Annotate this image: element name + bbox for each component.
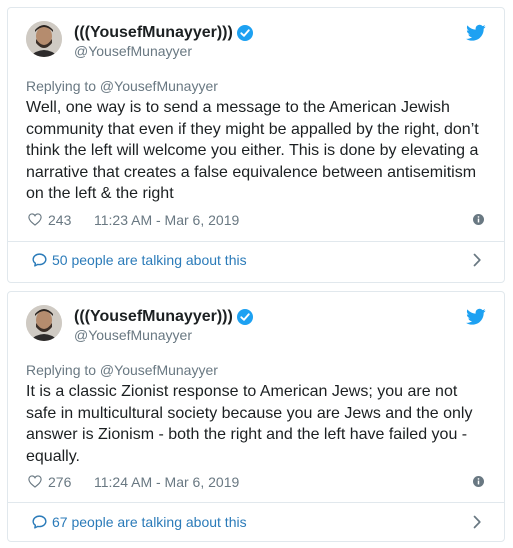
tweet-meta: 243 11:23 AM - Mar 6, 2019 xyxy=(26,210,486,230)
avatar[interactable] xyxy=(26,305,62,341)
info-icon[interactable] xyxy=(473,214,484,225)
tweet-text: It is a classic Zionist response to Amer… xyxy=(26,383,473,465)
tweet-header: (((YousefMunayyer))) @YousefMunayyer xyxy=(26,21,490,61)
heart-icon[interactable] xyxy=(28,213,42,226)
author-display-name[interactable]: (((YousefMunayyer))) xyxy=(74,308,233,326)
talking-about-link[interactable]: 50 people are talking about this xyxy=(32,250,486,270)
like-count[interactable]: 243 xyxy=(48,212,71,228)
tweet-timestamp[interactable]: 11:24 AM - Mar 6, 2019 xyxy=(94,474,239,490)
verified-badge-icon xyxy=(236,25,253,41)
author-display-name[interactable]: (((YousefMunayyer))) xyxy=(74,24,233,42)
tweet-header: (((YousefMunayyer))) @YousefMunayyer xyxy=(26,305,490,345)
info-icon[interactable] xyxy=(473,476,484,487)
tweet-card[interactable]: (((YousefMunayyer))) @YousefMunayyer Rep… xyxy=(7,291,505,542)
chevron-right-icon[interactable] xyxy=(472,515,482,529)
talking-about-text[interactable]: 67 people are talking about this xyxy=(52,514,247,530)
tweet-meta: 276 11:24 AM - Mar 6, 2019 xyxy=(26,472,486,492)
avatar[interactable] xyxy=(26,21,62,57)
twitter-bird-icon[interactable] xyxy=(466,24,486,42)
chevron-right-icon[interactable] xyxy=(472,253,482,267)
replying-to[interactable]: Replying to @YousefMunayyer xyxy=(26,362,218,378)
tweet-timestamp[interactable]: 11:23 AM - Mar 6, 2019 xyxy=(94,212,239,228)
speech-bubble-icon xyxy=(32,253,47,267)
author-name-line: (((YousefMunayyer))) xyxy=(74,24,253,42)
twitter-bird-icon[interactable] xyxy=(466,308,486,326)
replying-to[interactable]: Replying to @YousefMunayyer xyxy=(26,78,218,94)
talking-about-link[interactable]: 67 people are talking about this xyxy=(32,512,486,532)
speech-bubble-icon xyxy=(32,515,47,529)
talking-about-text[interactable]: 50 people are talking about this xyxy=(52,252,247,268)
author-handle[interactable]: @YousefMunayyer xyxy=(74,43,192,59)
card-divider xyxy=(8,241,504,242)
tweet-text: Well, one way is to send a message to th… xyxy=(26,99,479,203)
tweet-card[interactable]: (((YousefMunayyer))) @YousefMunayyer Rep… xyxy=(7,7,505,283)
heart-icon[interactable] xyxy=(28,475,42,488)
verified-badge-icon xyxy=(236,309,253,325)
like-count[interactable]: 276 xyxy=(48,474,71,490)
author-name-line: (((YousefMunayyer))) xyxy=(74,308,253,326)
author-handle[interactable]: @YousefMunayyer xyxy=(74,327,192,343)
card-divider xyxy=(8,502,504,503)
